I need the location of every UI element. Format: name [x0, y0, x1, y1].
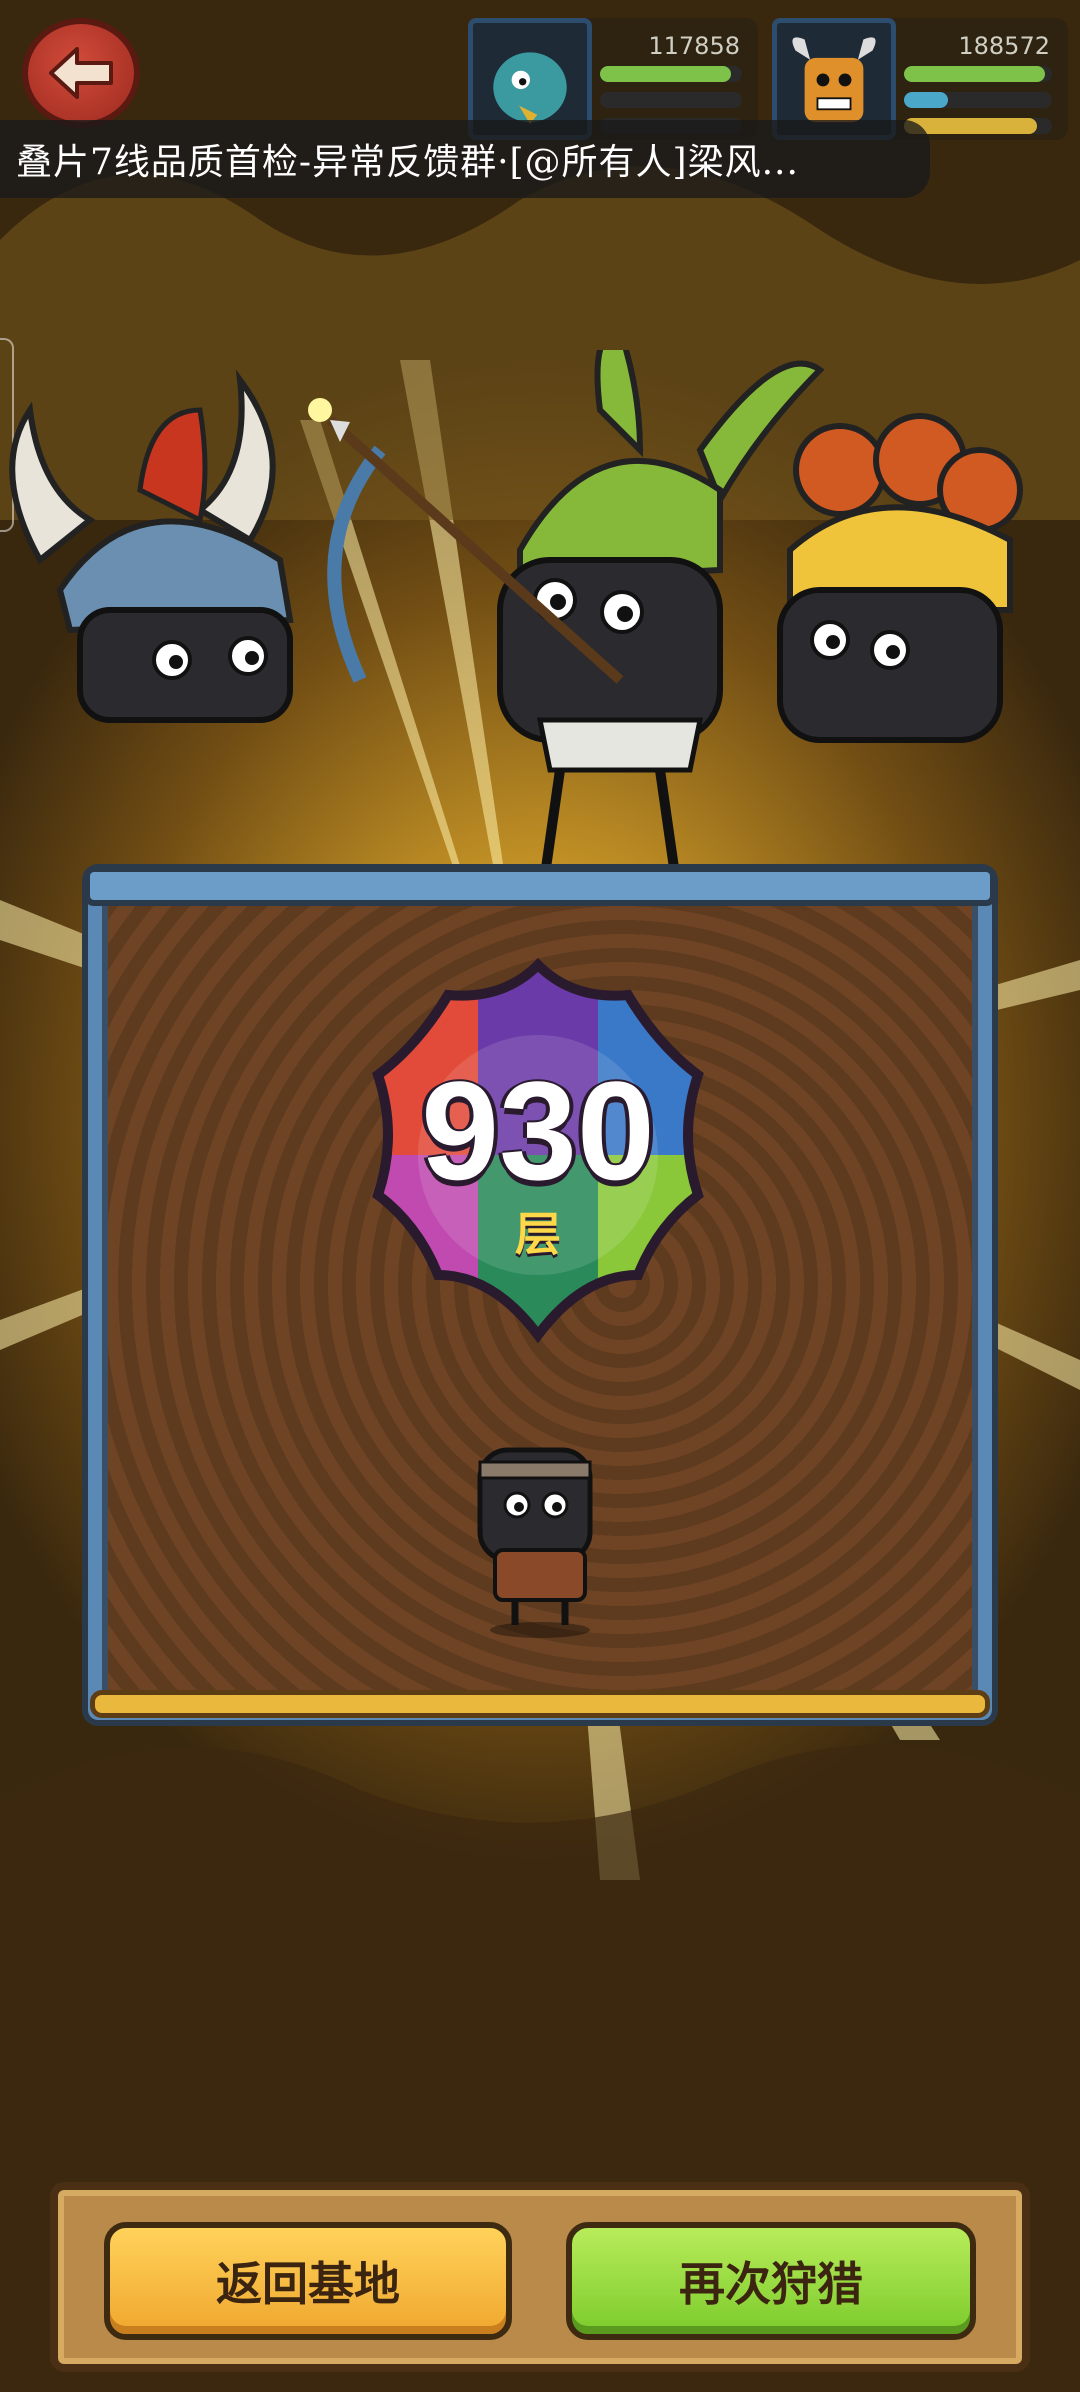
back-arrow-icon: [49, 47, 113, 99]
monster-characters: [9, 350, 1023, 910]
hunt-again-button[interactable]: 再次狩猎: [566, 2222, 976, 2340]
board-top-rail: [84, 866, 996, 906]
player-score-1: 117858: [648, 32, 740, 60]
board-bottom-rail: [90, 1690, 990, 1718]
floor-unit-label: 层: [515, 1207, 561, 1261]
mana-bar: [904, 92, 1052, 108]
hero-character: [477, 1447, 593, 1638]
health-bar: [904, 66, 1052, 82]
viking-monster: [9, 369, 294, 723]
mana-bar: [600, 92, 742, 108]
message-notification[interactable]: 叠片7线品质首检-异常反馈群·[@所有人]梁风...: [0, 120, 930, 198]
archer-monster: [308, 350, 825, 910]
notification-text: 叠片7线品质首检-异常反馈群·[@所有人]梁风...: [16, 142, 799, 183]
back-button[interactable]: [22, 18, 140, 128]
floor-number: 930: [421, 1052, 655, 1209]
return-base-button[interactable]: 返回基地: [104, 2222, 512, 2340]
flower-hat-monster: [777, 413, 1023, 743]
health-bar: [600, 66, 742, 82]
horned-orange-monster-avatar: [792, 37, 876, 123]
teal-monster-avatar: [493, 52, 567, 124]
player-score-2: 188572: [958, 32, 1050, 60]
